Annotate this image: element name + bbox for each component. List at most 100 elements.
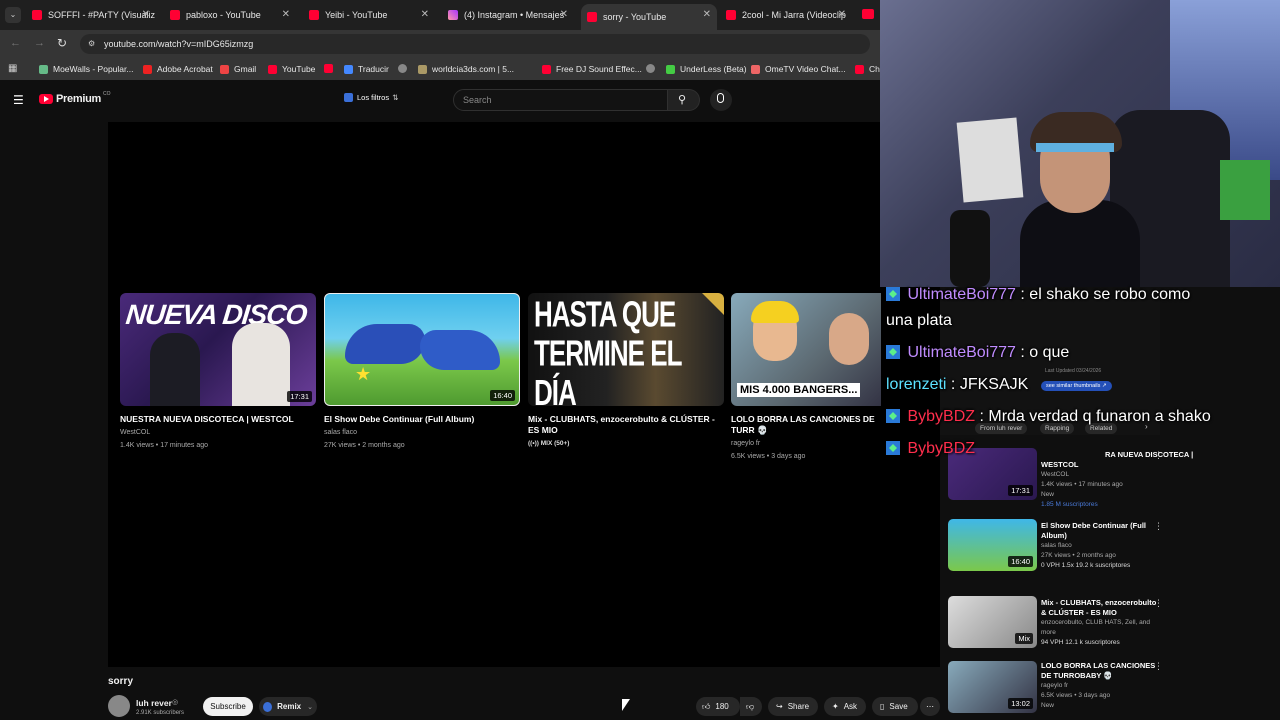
video-thumbnail[interactable]: MIS 4.000 BANGERS... bbox=[731, 293, 881, 406]
bookmark-worldcia[interactable]: worldcia3ds.com | 5... bbox=[418, 64, 514, 74]
similar-thumbnails-button[interactable]: see similar thumbnails ↗ bbox=[1041, 381, 1112, 391]
search-input[interactable]: Search bbox=[453, 89, 668, 111]
video-title[interactable]: NUESTRA NUEVA DISCOTECA | WESTCOL bbox=[120, 414, 316, 425]
share-button[interactable]: ↪ Share bbox=[768, 697, 818, 716]
channel-name[interactable]: salas flaco bbox=[324, 427, 520, 438]
video-thumbnail[interactable]: 13:02 bbox=[948, 661, 1037, 713]
close-icon[interactable]: ✕ bbox=[142, 9, 150, 20]
channel-name[interactable]: rageylo fr bbox=[1041, 681, 1161, 691]
video-title[interactable]: RA NUEVA DISCOTECA | bbox=[1041, 450, 1193, 460]
voice-search-button[interactable] bbox=[710, 89, 732, 111]
filter-logo-icon bbox=[344, 93, 353, 102]
filters-button[interactable]: Los filtros ⇅ bbox=[344, 93, 398, 102]
apps-icon[interactable]: ▦ bbox=[8, 63, 17, 74]
site-info-icon[interactable]: ⚙ bbox=[88, 39, 95, 48]
chat-username[interactable]: BybyBDZ bbox=[907, 440, 975, 457]
video-thumbnail[interactable]: ★ 16:40 bbox=[324, 293, 520, 406]
bookmark-adobe-acrobat[interactable]: Adobe Acrobat bbox=[143, 64, 213, 74]
more-options-icon[interactable]: ⋮ bbox=[1154, 521, 1163, 532]
video-title[interactable]: Mix - CLUBHATS, enzocerobulto & CLÚSTER … bbox=[1041, 598, 1161, 618]
video-thumbnail[interactable]: 16:40 bbox=[948, 519, 1037, 571]
tab-yeibi[interactable]: Yeibi - YouTube ✕ bbox=[303, 4, 435, 26]
tab-instagram[interactable]: (4) Instagram • Mensajes ✕ bbox=[442, 4, 574, 26]
subscribe-button[interactable]: Subscribe bbox=[203, 697, 253, 716]
ask-button[interactable]: ✦ Ask bbox=[824, 697, 866, 716]
sidebar-item[interactable]: 17:31 RA NUEVA DISCOTECA | WESTCOL WestC… bbox=[948, 446, 1248, 516]
more-actions-button[interactable]: ⋯ bbox=[920, 697, 940, 716]
bookmark-youtube-2[interactable] bbox=[324, 64, 338, 73]
bookmark-gmail[interactable]: Gmail bbox=[220, 64, 256, 74]
menu-icon[interactable]: ☰ bbox=[13, 93, 24, 107]
tab-pabloxo[interactable]: pabloxo - YouTube ✕ bbox=[164, 4, 296, 26]
tab-search-button[interactable]: ⌄ bbox=[5, 7, 21, 23]
remix-button[interactable]: Remix ⌄ bbox=[259, 697, 317, 716]
tab-label: sorry - YouTube bbox=[603, 12, 667, 22]
bookmark-globe[interactable] bbox=[398, 64, 412, 73]
close-icon[interactable]: ✕ bbox=[703, 9, 711, 20]
bookmark-ometv[interactable]: OmeTV Video Chat... bbox=[751, 64, 846, 74]
bookmark-ch[interactable]: Ch bbox=[855, 64, 880, 74]
back-icon[interactable]: ← bbox=[10, 37, 21, 49]
sidebar-item[interactable]: Mix Mix - CLUBHATS, enzocerobulto & CLÚS… bbox=[948, 596, 1248, 656]
video-thumbnail[interactable]: HASTA QUE TERMINE EL DÍA bbox=[528, 293, 724, 406]
url-field[interactable]: ⚙ youtube.com/watch?v=mIDG65izmzg bbox=[80, 34, 870, 54]
sidebar-item-text: El Show Debe Continuar (Full Album) sala… bbox=[1041, 521, 1161, 571]
acrobat-icon bbox=[143, 64, 152, 74]
endscreen-card[interactable]: NUEVA DISCO 17:31 NUESTRA NUEVA DISCOTEC… bbox=[120, 293, 316, 451]
bookmark-underless[interactable]: UnderLess (Beta) bbox=[666, 64, 747, 74]
endscreen-card[interactable]: HASTA QUE TERMINE EL DÍA Mix - CLUBHATS,… bbox=[528, 293, 724, 449]
save-button[interactable]: ▯ Save bbox=[872, 697, 918, 716]
chat-username[interactable]: BybyBDZ bbox=[907, 408, 975, 425]
channel-name[interactable]: WestCOL bbox=[1041, 470, 1161, 480]
channel-name[interactable]: salas flaco bbox=[1041, 541, 1161, 551]
video-thumbnail[interactable]: Mix bbox=[948, 596, 1037, 648]
close-icon[interactable]: ✕ bbox=[421, 9, 429, 20]
sidebar-item[interactable]: 13:02 LOLO BORRA LAS CANCIONES DE TURROB… bbox=[948, 659, 1248, 719]
bookmark-traducir[interactable]: Traducir bbox=[344, 64, 389, 74]
tab-sorry[interactable]: sorry - YouTube ✕ bbox=[581, 4, 717, 30]
like-button[interactable]: 👍︎ 180 bbox=[696, 697, 740, 716]
creeper-figure bbox=[1220, 160, 1270, 220]
bookmark-globe-2[interactable] bbox=[646, 64, 660, 73]
sub-badge-icon bbox=[886, 441, 900, 455]
endscreen-card[interactable]: MIS 4.000 BANGERS... LOLO BORRA LAS CANC… bbox=[731, 293, 881, 462]
tab-soffi[interactable]: SOFFFI - #PArTY (Visualiz ✕ bbox=[26, 4, 156, 26]
close-icon[interactable]: ✕ bbox=[282, 9, 290, 20]
more-options-icon[interactable]: ⋮ bbox=[1154, 450, 1163, 461]
video-title[interactable]: El Show Debe Continuar (Full Album) bbox=[324, 414, 520, 425]
more-options-icon[interactable]: ⋮ bbox=[1154, 598, 1163, 609]
bookmark-label: Ch bbox=[869, 64, 880, 74]
sidebar-item[interactable]: 16:40 El Show Debe Continuar (Full Album… bbox=[948, 519, 1248, 589]
video-title[interactable]: El Show Debe Continuar (Full Album) bbox=[1041, 521, 1161, 541]
dislike-button[interactable]: 👎︎ bbox=[740, 697, 762, 716]
chat-username[interactable]: lorenzeti bbox=[886, 376, 946, 393]
chevron-down-icon: ⌄ bbox=[307, 703, 313, 711]
youtube-icon[interactable] bbox=[862, 9, 874, 19]
reload-icon[interactable]: ↻ bbox=[57, 36, 67, 50]
tab-2cool[interactable]: 2cool - Mi Jarra (Videoclip ✕ bbox=[720, 4, 852, 26]
video-title[interactable]: LOLO BORRA LAS CANCIONES DE TURR 💀 bbox=[731, 414, 881, 436]
video-duration: 16:40 bbox=[1008, 556, 1033, 567]
close-icon[interactable]: ✕ bbox=[838, 9, 846, 20]
bookmark-free-dj[interactable]: Free DJ Sound Effec... bbox=[542, 64, 642, 74]
youtube-logo[interactable]: Premium CO bbox=[39, 91, 110, 105]
close-icon[interactable]: ✕ bbox=[560, 9, 568, 20]
bookmark-youtube[interactable]: YouTube bbox=[268, 64, 315, 74]
channel-name[interactable]: rageylo fr bbox=[731, 438, 881, 449]
chat-username[interactable]: UltimateBoi777 bbox=[907, 344, 1016, 361]
endscreen-card[interactable]: ★ 16:40 El Show Debe Continuar (Full Alb… bbox=[324, 293, 520, 451]
channel-name[interactable]: luh rever bbox=[136, 698, 172, 708]
chat-username[interactable]: UltimateBoi777 bbox=[907, 286, 1016, 303]
video-title[interactable]: LOLO BORRA LAS CANCIONES DE TURROBABY 💀 bbox=[1041, 661, 1161, 681]
video-thumbnail[interactable]: NUEVA DISCO 17:31 bbox=[120, 293, 316, 406]
forward-icon[interactable]: → bbox=[34, 37, 45, 49]
sliders-icon: ⇅ bbox=[392, 93, 399, 102]
channel-avatar[interactable] bbox=[108, 695, 130, 717]
video-title[interactable]: Mix - CLUBHATS, enzocerobulto & CLÚSTER … bbox=[528, 414, 724, 436]
save-label: Save bbox=[889, 702, 908, 711]
bookmark-moewalls[interactable]: MoeWalls - Popular... bbox=[39, 64, 133, 74]
channel-name[interactable]: WestCOL bbox=[120, 427, 316, 438]
more-options-icon[interactable]: ⋮ bbox=[1154, 661, 1163, 672]
person-figure bbox=[150, 333, 200, 406]
search-button[interactable]: ⚲ bbox=[668, 89, 700, 111]
